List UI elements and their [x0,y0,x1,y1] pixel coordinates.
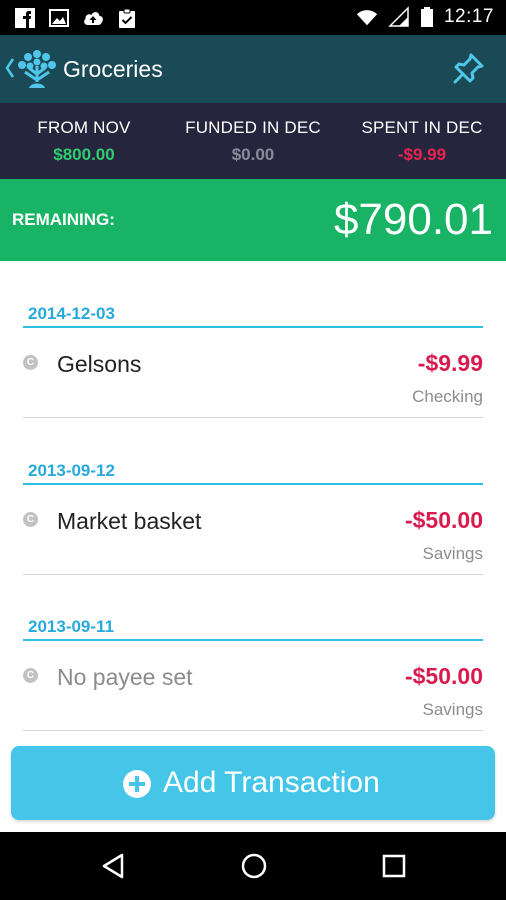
from-previous-column: FROM NOV $800.00 [20,118,148,165]
budget-summary: FROM NOV $800.00 FUNDED IN DEC $0.00 SPE… [0,103,506,179]
battery-icon [420,7,433,27]
plus-circle-icon [123,770,151,798]
date-label: 2014-12-03 [28,304,115,323]
spent-value: -$9.99 [397,145,447,164]
spent-label: SPENT IN DEC [361,118,483,137]
remaining-amount: $790.01 [333,195,493,244]
transaction-list[interactable]: 2014-12-03 C Gelsons -$9.99 Checking 201… [0,261,506,745]
chevron-left-icon[interactable] [5,57,15,79]
amount-label: -$9.99 [417,350,483,376]
account-label: Savings [422,700,483,719]
date-label: 2013-09-12 [28,461,115,480]
add-transaction-label: Add Transaction [163,766,380,799]
remaining-banner: REMAINING: $790.01 [0,179,506,261]
system-nav-bar [0,832,506,900]
status-time: 12:17 [443,6,494,27]
cleared-icon[interactable]: C [23,355,38,370]
date-label: 2013-09-11 [28,617,115,636]
payee-label: Gelsons [57,351,142,377]
date-header: 2013-09-11 [23,609,483,641]
clipboard-check-icon [119,8,135,28]
funded-value: $0.00 [231,145,275,164]
date-header: 2014-12-03 [23,296,483,328]
amount-label: -$50.00 [404,507,483,533]
payee-label: No payee set [57,664,193,690]
recents-square-icon[interactable] [381,852,407,880]
add-transaction-button[interactable]: Add Transaction [11,746,495,820]
app-bar: Groceries [0,35,506,103]
transaction-row[interactable]: C No payee set -$50.00 Savings [23,642,483,731]
cleared-icon[interactable]: C [23,668,38,683]
signal-icon [388,6,409,27]
status-bar: 12:17 [0,0,506,35]
from-label: FROM NOV [37,118,131,137]
transaction-row[interactable]: C Gelsons -$9.99 Checking [23,329,483,418]
image-icon [49,9,69,27]
account-label: Checking [412,387,483,406]
page-title: Groceries [63,56,163,82]
home-circle-icon[interactable] [240,852,268,880]
remaining-label: REMAINING: [12,210,115,229]
wifi-icon [356,10,378,26]
funded-label: FUNDED IN DEC [185,118,321,137]
facebook-icon [15,8,35,28]
transaction-row[interactable]: C Market basket -$50.00 Savings [23,486,483,575]
from-value: $800.00 [53,145,115,164]
account-label: Savings [422,544,483,563]
date-header: 2013-09-12 [23,453,483,485]
spent-column: SPENT IN DEC -$9.99 [352,118,492,165]
pin-icon[interactable] [452,51,486,85]
cloud-upload-icon [84,12,103,25]
tree-logo-icon[interactable] [17,48,57,90]
back-triangle-icon[interactable] [100,852,126,880]
amount-label: -$50.00 [404,663,483,689]
cleared-icon[interactable]: C [23,512,38,527]
funded-column: FUNDED IN DEC $0.00 [174,118,332,165]
payee-label: Market basket [57,508,202,534]
